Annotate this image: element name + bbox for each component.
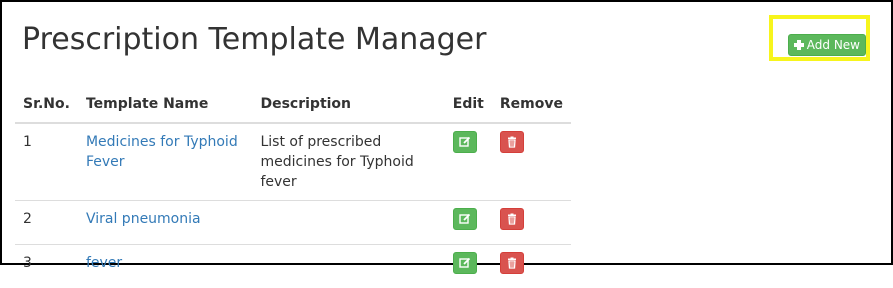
remove-button[interactable]: [500, 252, 524, 274]
column-header-remove: Remove: [492, 86, 571, 123]
templates-table: Sr.No. Template Name Description Edit Re…: [15, 86, 571, 288]
column-header-description: Description: [252, 86, 444, 123]
edit-button[interactable]: [453, 208, 477, 230]
add-new-label: Add New: [807, 35, 860, 55]
edit-icon: [459, 136, 471, 148]
row-description: List of prescribed medicines for Typhoid…: [252, 123, 444, 201]
trash-icon: [506, 257, 518, 269]
row-description: [252, 245, 444, 288]
page-title: Prescription Template Manager: [22, 20, 486, 60]
column-header-template-name: Template Name: [78, 86, 253, 123]
row-sr-no: 3: [15, 245, 78, 288]
row-sr-no: 2: [15, 201, 78, 245]
edit-icon: [459, 257, 471, 269]
row-description: [252, 201, 444, 245]
edit-button[interactable]: [453, 252, 477, 274]
table-row: 2 Viral pneumonia: [15, 201, 571, 245]
template-name-link[interactable]: Viral pneumonia: [86, 211, 201, 227]
column-header-edit: Edit: [445, 86, 492, 123]
edit-button[interactable]: [453, 131, 477, 153]
table-row: 1 Medicines for Typhoid Fever List of pr…: [15, 123, 571, 201]
table-row: 3 fever: [15, 245, 571, 288]
plus-icon: [794, 40, 803, 50]
template-name-link[interactable]: fever: [86, 255, 122, 271]
edit-icon: [459, 213, 471, 225]
add-new-button[interactable]: Add New: [788, 34, 866, 56]
row-sr-no: 1: [15, 123, 78, 201]
app-frame: Prescription Template Manager Add New Sr…: [0, 0, 893, 265]
table-header-row: Sr.No. Template Name Description Edit Re…: [15, 86, 571, 123]
remove-button[interactable]: [500, 208, 524, 230]
remove-button[interactable]: [500, 131, 524, 153]
trash-icon: [506, 136, 518, 148]
template-name-link[interactable]: Medicines for Typhoid Fever: [86, 134, 238, 170]
column-header-sr-no: Sr.No.: [15, 86, 78, 123]
trash-icon: [506, 213, 518, 225]
